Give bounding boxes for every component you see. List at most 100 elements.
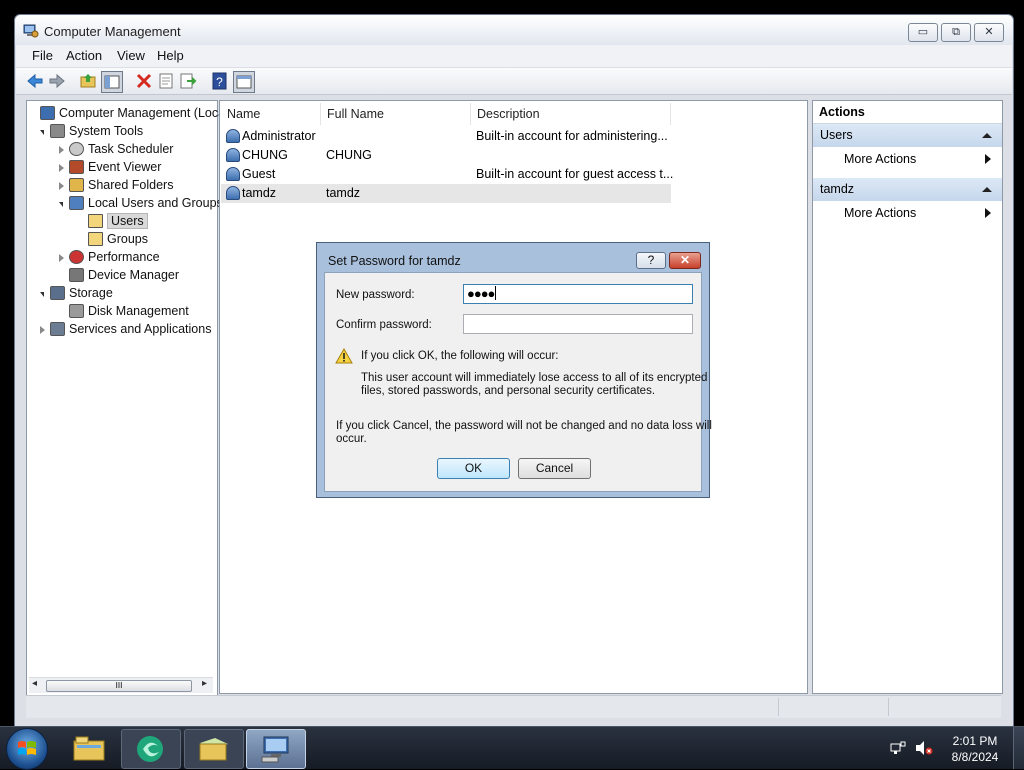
collapse-arrow-icon[interactable] (40, 130, 44, 135)
dialog-close-button[interactable]: ✕ (669, 252, 701, 269)
folder-icon (88, 214, 103, 228)
scroll-thumb[interactable]: III (46, 680, 192, 692)
set-password-dialog: Set Password for tamdz ? ✕ New password:… (316, 242, 712, 498)
expand-arrow-icon[interactable] (59, 164, 64, 172)
more-actions-users[interactable]: More Actions (844, 152, 916, 166)
expand-arrow-icon[interactable] (59, 254, 64, 262)
warning-icon (335, 348, 353, 364)
taskbar: 2:01 PM 8/8/2024 (0, 726, 1024, 770)
tree-node[interactable]: Services and Applications (27, 321, 215, 339)
windows-explorer-icon (199, 738, 228, 761)
tree-node[interactable]: Task Scheduler (27, 141, 215, 159)
maximize-button[interactable]: ⧉ (941, 23, 971, 42)
svg-text:?: ? (216, 75, 223, 89)
status-bar (26, 695, 1001, 718)
table-row[interactable]: Administrator Built-in account for admini… (221, 127, 671, 146)
tree-node[interactable]: Groups (27, 231, 215, 249)
export-list-icon[interactable] (178, 71, 198, 91)
scroll-left-icon[interactable]: ◂ (32, 678, 37, 689)
cancel-note-line-1: If you click Cancel, the password will n… (336, 420, 712, 432)
folder-icon (88, 232, 103, 246)
table-row[interactable]: tamdz tamdz (221, 184, 671, 203)
collapse-up-icon[interactable] (982, 132, 992, 139)
computer-management-icon (23, 24, 39, 38)
delete-icon[interactable] (134, 71, 154, 91)
tree-node[interactable]: Storage (27, 285, 215, 303)
tree-node[interactable]: System Tools (27, 123, 215, 141)
menu-view[interactable]: View (117, 48, 145, 63)
column-header-description[interactable]: Description (471, 103, 671, 125)
cancel-note-line-2: occur. (336, 433, 367, 445)
scroll-grip: III (115, 681, 123, 690)
expand-arrow-icon[interactable] (59, 146, 64, 154)
console-tree-icon[interactable] (233, 71, 255, 93)
tree-node[interactable]: Disk Management (27, 303, 215, 321)
disk-icon (69, 304, 84, 318)
tree-node[interactable]: Local Users and Groups (27, 195, 223, 213)
explorer-icon (73, 736, 105, 761)
table-row[interactable]: Guest Built-in account for guest access t… (221, 165, 673, 184)
menu-file[interactable]: File (32, 48, 53, 63)
cell-name: CHUNG (242, 148, 288, 162)
maximize-icon: ⧉ (952, 26, 960, 38)
table-row[interactable]: CHUNG CHUNG (221, 146, 671, 165)
services-icon (50, 322, 65, 336)
column-header-name[interactable]: Name (221, 103, 321, 125)
column-header-full-name[interactable]: Full Name (321, 103, 471, 125)
title-bar[interactable]: Computer Management ▭ ⧉ ✕ (15, 15, 1013, 45)
minimize-button[interactable]: ▭ (908, 23, 938, 42)
cancel-button[interactable]: Cancel (518, 458, 591, 479)
start-button[interactable] (6, 728, 48, 770)
tree-node[interactable]: Performance (27, 249, 215, 267)
actions-title: Actions (819, 105, 865, 119)
collapse-up-icon[interactable] (982, 186, 992, 193)
computer-management-icon (40, 106, 55, 120)
tree-node[interactable]: Event Viewer (27, 159, 215, 177)
network-icon[interactable] (890, 741, 906, 755)
scroll-right-icon[interactable]: ▸ (202, 678, 207, 689)
properties-icon[interactable] (156, 71, 176, 91)
close-window-button[interactable]: ✕ (974, 23, 1004, 42)
taskbar-browser-button[interactable] (121, 729, 181, 769)
tree-node[interactable]: Users (27, 213, 215, 231)
new-password-field[interactable]: ●●●● (463, 284, 693, 304)
status-divider (888, 698, 889, 716)
new-password-label: New password: (336, 289, 415, 301)
cell-full-name: tamdz (326, 186, 361, 200)
tree-horizontal-scrollbar[interactable]: ◂ III ▸ (29, 677, 213, 693)
menu-action[interactable]: Action (66, 48, 102, 63)
taskbar-explorer-button[interactable] (60, 729, 118, 767)
confirm-password-field[interactable] (463, 314, 693, 334)
tree-node-label: Users (107, 213, 148, 229)
back-icon[interactable] (25, 71, 45, 91)
dialog-help-button[interactable]: ? (636, 252, 666, 269)
warning-line-2: files, stored passwords, and personal se… (361, 385, 656, 397)
more-actions-tamdz[interactable]: More Actions (844, 206, 916, 220)
actions-group-tamdz[interactable]: tamdz (813, 178, 1002, 201)
ok-button[interactable]: OK (437, 458, 510, 479)
expand-arrow-icon[interactable] (40, 326, 45, 334)
volume-muted-icon[interactable] (915, 740, 933, 756)
show-hide-tree-icon[interactable] (101, 71, 123, 93)
collapse-arrow-icon[interactable] (59, 202, 63, 207)
system-clock[interactable]: 2:01 PM 8/8/2024 (940, 733, 1010, 765)
show-desktop-button[interactable] (1013, 727, 1024, 769)
minimize-icon: ▭ (917, 26, 929, 38)
text-cursor (495, 286, 497, 300)
tree-node[interactable]: Shared Folders (27, 177, 215, 195)
taskbar-computer-management-button[interactable] (246, 729, 306, 769)
taskbar-windows-explorer-button[interactable] (184, 729, 244, 769)
warning-heading: If you click OK, the following will occu… (361, 350, 559, 362)
forward-icon[interactable] (47, 71, 67, 91)
menu-help[interactable]: Help (157, 48, 184, 63)
submenu-arrow-icon (985, 154, 991, 164)
collapse-arrow-icon[interactable] (40, 292, 44, 297)
tree-node[interactable]: Computer Management (Local (27, 105, 228, 123)
tree-node[interactable]: Device Manager (27, 267, 215, 285)
toolbar: ? (16, 68, 1012, 95)
help-icon[interactable]: ? (210, 71, 230, 91)
up-folder-icon[interactable] (79, 71, 99, 91)
actions-group-users[interactable]: Users (813, 124, 1002, 147)
expand-arrow-icon[interactable] (59, 182, 64, 190)
tree-node-label: Task Scheduler (88, 142, 174, 156)
